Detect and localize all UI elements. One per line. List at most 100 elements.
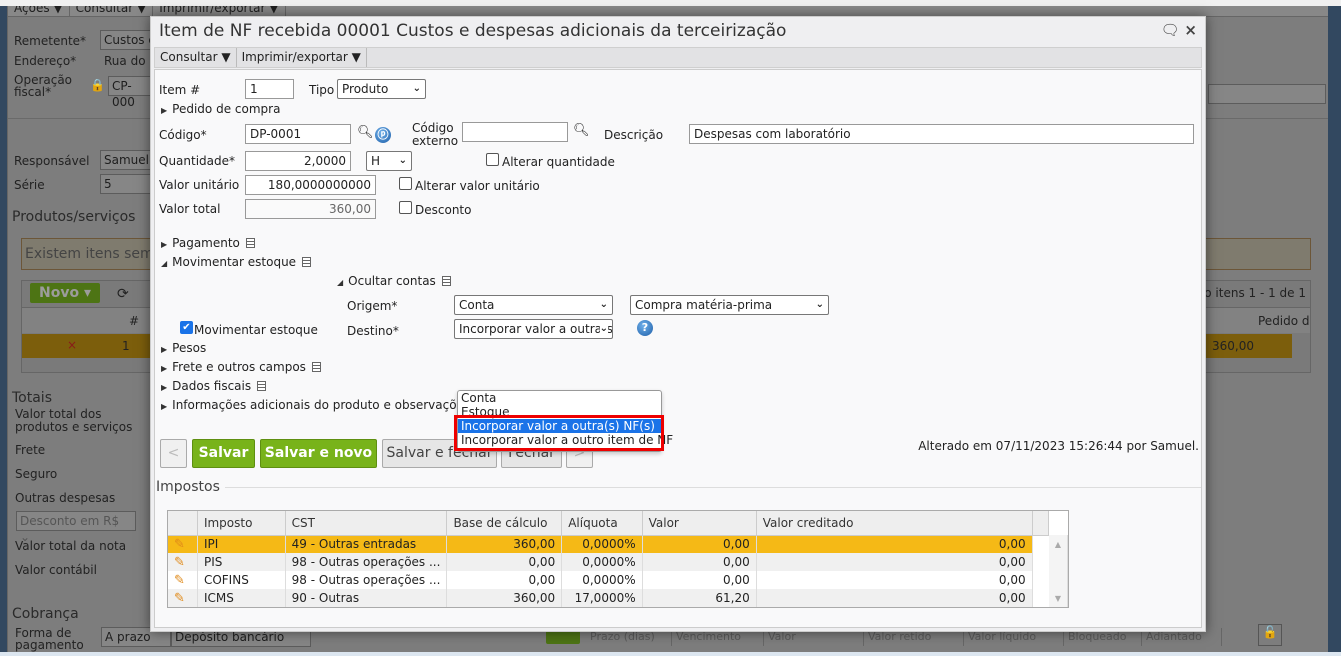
codigo-externo-label: Código externo [412,121,459,148]
delete-icon[interactable]: × [67,338,77,352]
endereco-label: Endereço* [14,54,77,68]
imposto-cell: 0,00 [446,553,563,571]
novo-button[interactable]: Novo ▾ [30,283,100,303]
total-nota-label: Valor total da nota [15,539,127,553]
frete-label: Frete [15,443,46,457]
consultar-menu[interactable]: Consultar ▼ [155,48,237,67]
totais-title: Totais [12,390,52,406]
codigo-input[interactable]: DP-0001 [245,124,351,144]
produtos-title: Produtos/serviços [12,209,136,225]
unidade-select[interactable]: H ⌄ [366,151,412,171]
highlight-box [454,415,664,451]
search-externo-icon[interactable]: 🔍︎ [573,123,590,138]
origem-label: Origem* [347,299,398,313]
empty-cell [1032,589,1049,607]
dialog-title: Item de NF recebida 00001 Custos e despe… [159,21,787,41]
parcela-novo-button[interactable] [546,630,580,644]
note-icon [257,381,267,391]
unlock-icon[interactable]: 🔓 [1258,624,1282,646]
lock-icon: 🔒 [90,78,105,92]
pedido-header: Pedido d [1258,314,1310,328]
destino-select[interactable]: Incorporar valor a outra(s ⌄ [454,319,613,339]
info-adicionais-toggle[interactable]: ▶ Informações adicionais do produto e obs… [161,398,470,412]
imposto-row[interactable]: ✎ PIS 98 - Outras operações ... 0,00 0,0000%… [168,553,1068,571]
valor-total-input: 360,00 [245,199,376,219]
edit-icon[interactable]: ✎ [168,535,198,553]
scrollbar[interactable] [1048,571,1068,589]
frete-toggle[interactable]: ▶ Frete e outros campos [161,360,321,374]
movimentar-estoque-toggle[interactable]: ◢ Movimentar estoque [161,255,312,269]
dialog-body: Item # 1 Tipo Produto ⌄ ▶ Pedido de compra… [154,69,1202,628]
close-icon[interactable]: × [1184,21,1197,39]
responsavel-label: Responsável [14,154,90,168]
lookup-icon[interactable]: ⓟ [375,127,391,143]
previous-button[interactable]: < [160,439,187,468]
tipo-label: Tipo [309,83,335,97]
altered-info: Alterado em 07/11/2023 15:26:44 por Samu… [918,439,1199,453]
impostos-table: Imposto CST Base de cálculo Alíquota Val… [167,510,1069,608]
help-icon[interactable]: ? [637,320,653,336]
cobranca-title: Cobrança [12,606,79,622]
imprimir-exportar-menu[interactable]: Imprimir/exportar ▼ [237,48,367,67]
dados-fiscais-toggle[interactable]: ▶ Dados fiscais [161,379,267,393]
option-conta[interactable]: Conta [458,391,661,405]
valor-unitario-input[interactable]: 180,0000000000 [245,175,376,195]
alterar-quantidade-checkbox[interactable] [486,153,499,166]
scrollbar[interactable] [1048,553,1068,571]
col-imposto[interactable]: Imposto [197,511,286,536]
bg-field-right[interactable] [1208,84,1326,104]
imposto-cell: PIS [197,553,286,571]
edit-icon[interactable]: ✎ [168,589,198,607]
col-valor-creditado[interactable]: Valor creditado [756,511,1033,536]
edit-icon[interactable]: ✎ [168,553,198,571]
forma-pagamento-label: Forma de pagamento [15,626,84,652]
alterar-valor-unitario-checkbox[interactable] [399,177,412,190]
scrollbar[interactable]: ▲ [1048,535,1068,553]
desconto-select[interactable]: Desconto em R$ ⌄ [16,511,136,544]
refresh-icon[interactable]: ⟳ [117,286,129,302]
hash-header: # [129,314,140,328]
imposto-row[interactable]: ✎ COFINS 98 - Outras operações ... 0,00 0,00… [168,571,1068,589]
imposto-row[interactable]: ✎ ICMS 90 - Outras 360,00 17,0000% 61,20 0,00 ▼ [168,589,1068,607]
movimentar-estoque-checkbox[interactable]: ✔ [180,321,193,334]
imposto-row[interactable]: ✎ IPI 49 - Outras entradas 360,00 0,0000% 0,0… [168,535,1068,553]
imposto-cell: 0,00 [642,571,757,589]
imposto-cell: 17,0000% [561,589,643,607]
col-valor[interactable]: Valor [642,511,757,536]
descricao-input[interactable]: Despesas com laboratório [689,124,1194,144]
codigo-externo-input[interactable] [462,122,568,142]
col-base[interactable]: Base de cálculo [446,511,563,536]
imposto-cell: 0,00 [446,571,563,589]
imposto-cell: 0,0000% [561,553,643,571]
salvar-e-novo-button[interactable]: Salvar e novo [260,439,377,468]
item-input[interactable]: 1 [245,79,294,99]
pesos-toggle[interactable]: ▶ Pesos [161,341,206,355]
search-icon[interactable]: 🔍︎ [357,125,374,140]
origem-conta-select[interactable]: Compra matéria-prima ⌄ [630,295,829,315]
descricao-label: Descrição [604,128,664,142]
desconto-checkbox[interactable] [399,201,412,214]
origem-select[interactable]: Conta ⌄ [454,295,613,315]
salvar-button[interactable]: Salvar [192,439,255,468]
quantidade-input[interactable]: 2,0000 [245,151,351,171]
impostos-header: Imposto CST Base de cálculo Alíquota Val… [168,511,1068,536]
imposto-cell: 0,00 [756,589,1033,607]
empty-cell [1032,553,1049,571]
scrollbar[interactable]: ▼ [1048,589,1068,607]
edit-icon[interactable]: ✎ [168,571,198,589]
dialog-toolbar: Consultar ▼ Imprimir/exportar ▼ [154,47,1202,68]
imposto-cell: 0,00 [756,553,1033,571]
imposto-cell: ICMS [197,589,286,607]
tipo-select[interactable]: Produto ⌄ [337,79,426,99]
ocultar-contas-toggle[interactable]: ◢ Ocultar contas [337,274,451,288]
valor-total-label: Valor total [159,202,221,216]
col-aliquota[interactable]: Alíquota [561,511,643,536]
pedido-compra-toggle[interactable]: ▶ Pedido de compra [161,102,280,116]
empty-cell [1032,535,1049,553]
col-cst[interactable]: CST [285,511,448,536]
comment-icon[interactable]: 🗨 [1161,21,1180,39]
remetente-label: Remetente* [14,34,87,48]
note-icon [311,362,321,372]
pagamento-toggle[interactable]: ▶ Pagamento [161,236,255,250]
imposto-cell: 360,00 [446,535,563,553]
